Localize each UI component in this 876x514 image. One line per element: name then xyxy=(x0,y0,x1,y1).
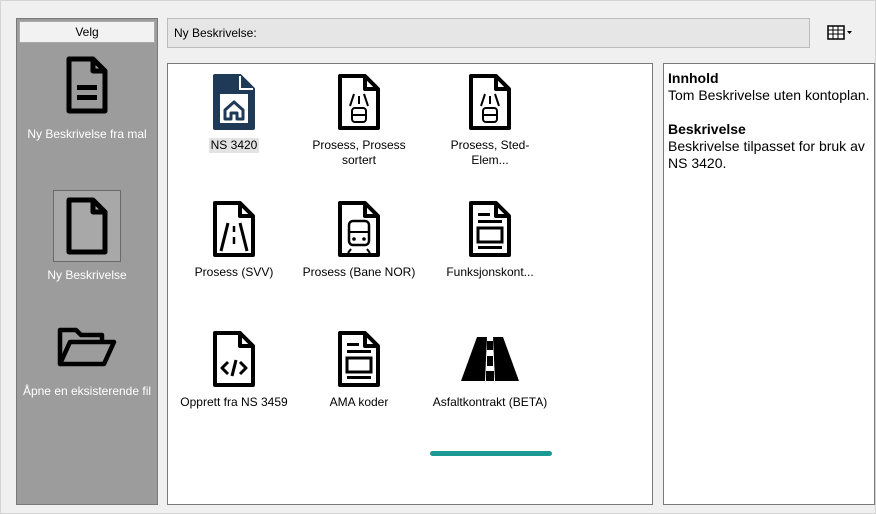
accent-bar xyxy=(430,451,552,456)
road-document-icon xyxy=(213,201,255,257)
template-create-from-ns3459[interactable]: Opprett fra NS 3459 xyxy=(174,329,294,410)
template-process-svv[interactable]: Prosess (SVV) xyxy=(174,199,294,280)
template-label: Funksjonskont... xyxy=(446,265,534,279)
sidebar-item-label: Ny Beskrivelse xyxy=(47,268,127,282)
road-icon xyxy=(461,337,519,381)
template-asphalt-contract[interactable]: Asfaltkontrakt (BETA) xyxy=(430,329,550,410)
template-ns3420[interactable]: NS 3420 xyxy=(174,72,294,153)
view-options-icon xyxy=(827,25,852,40)
template-label: NS 3420 xyxy=(208,138,260,153)
description-heading: Beskrivelse xyxy=(668,121,746,137)
train-road-document-icon xyxy=(338,74,380,130)
template-label: Prosess (SVV) xyxy=(194,265,274,279)
selected-highlight xyxy=(53,190,121,262)
template-label: Prosess, Sted-Elem... xyxy=(450,138,530,167)
template-label: AMA koder xyxy=(329,395,389,409)
header-bar: Ny Beskrivelse: xyxy=(167,18,810,48)
description-text: Beskrivelse tilpasset for bruk av NS 342… xyxy=(668,138,865,171)
description-panel: Innhold Tom Beskrivelse uten kontoplan. … xyxy=(663,63,875,505)
page-title: Ny Beskrivelse: xyxy=(174,26,257,40)
sidebar-item-new-description[interactable]: Ny Beskrivelse xyxy=(17,190,157,283)
template-ama-codes[interactable]: AMA koder xyxy=(299,329,419,410)
home-document-icon xyxy=(213,74,255,130)
open-folder-icon xyxy=(57,327,117,367)
content-text: Tom Beskrivelse uten kontoplan. xyxy=(668,87,870,103)
template-label: Prosess (Bane NOR) xyxy=(302,265,416,279)
template-label: Asfaltkontrakt (BETA) xyxy=(432,395,548,409)
template-process-bane-nor[interactable]: Prosess (Bane NOR) xyxy=(299,199,419,280)
sidebar-item-new-from-template[interactable]: Ny Beskrivelse fra mal xyxy=(17,55,157,142)
blank-document-icon xyxy=(66,197,108,255)
template-grid: NS 3420 Prosess, Prosess sortert Prosess… xyxy=(167,63,653,505)
select-button[interactable]: Velg xyxy=(19,21,155,43)
train-document-icon xyxy=(338,201,380,257)
sidebar: Velg Ny Beskrivelse fra mal Ny Beskrivel… xyxy=(16,18,158,505)
train-road-document-icon xyxy=(469,74,511,130)
sidebar-item-label: Ny Beskrivelse fra mal xyxy=(27,127,147,141)
template-process-sorted[interactable]: Prosess, Prosess sortert xyxy=(299,72,419,168)
document-lines-icon xyxy=(66,56,108,114)
code-document-icon xyxy=(213,331,255,387)
template-function-contract[interactable]: Funksjonskont... xyxy=(430,199,550,280)
sidebar-item-open-file[interactable]: Åpne en eksisterende fil xyxy=(17,324,157,399)
template-label: Prosess, Prosess sortert xyxy=(312,138,406,167)
template-process-location[interactable]: Prosess, Sted-Elem... xyxy=(430,72,550,168)
content-heading: Innhold xyxy=(668,70,719,86)
form-document-icon xyxy=(469,201,511,257)
form-document-icon xyxy=(338,331,380,387)
view-options-button[interactable] xyxy=(820,22,860,44)
template-label: Opprett fra NS 3459 xyxy=(180,395,288,409)
sidebar-item-label: Åpne en eksisterende fil xyxy=(22,384,152,398)
